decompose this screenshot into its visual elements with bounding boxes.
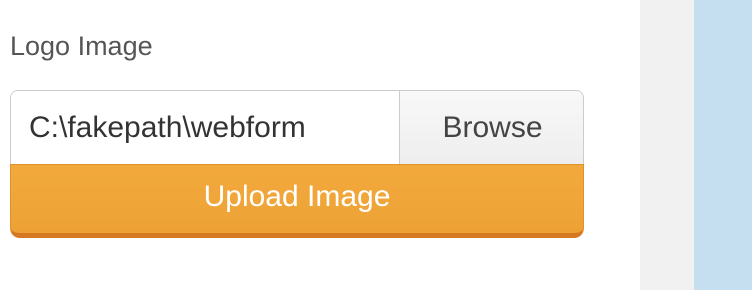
side-panel-blue	[694, 0, 752, 290]
file-path-field[interactable]: C:\fakepath\webform	[11, 91, 399, 164]
upload-image-button[interactable]: Upload Image	[10, 164, 584, 238]
logo-image-label: Logo Image	[10, 31, 153, 61]
browse-button[interactable]: Browse	[399, 91, 583, 164]
logo-upload-widget: C:\fakepath\webform Browse Upload Image	[10, 90, 586, 248]
side-panel-grey	[640, 0, 694, 290]
page: Logo Image C:\fakepath\webform Browse Up…	[0, 0, 752, 290]
file-input-group: C:\fakepath\webform Browse	[10, 90, 584, 164]
